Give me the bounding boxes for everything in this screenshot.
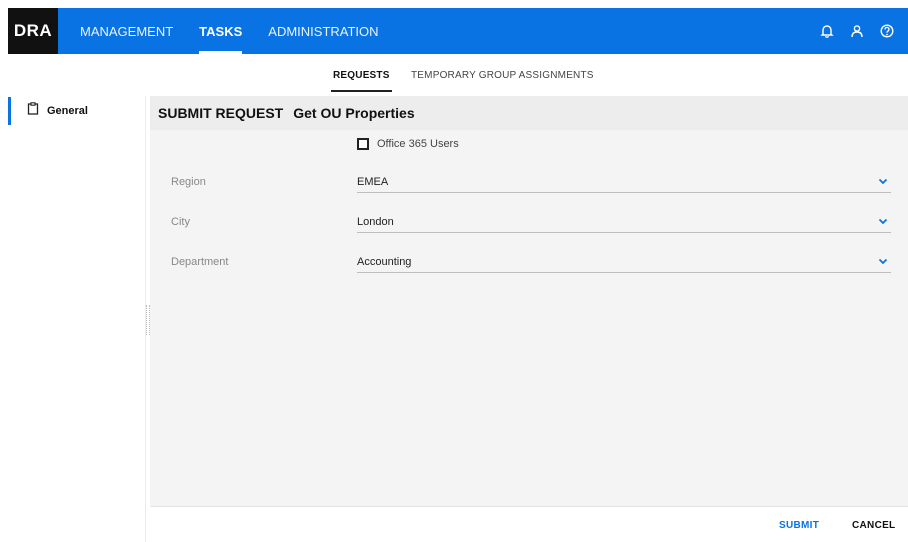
help-icon[interactable] [878, 22, 896, 40]
bell-icon[interactable] [818, 22, 836, 40]
tab-temporary-group-assignments[interactable]: TEMPORARY GROUP ASSIGNMENTS [411, 70, 594, 81]
nav-tasks[interactable]: TASKS [199, 8, 243, 54]
sub-tabs: REQUESTS TEMPORARY GROUP ASSIGNMENTS [8, 54, 908, 96]
cancel-button[interactable]: CANCEL [852, 520, 895, 531]
department-select[interactable]: Accounting [357, 251, 891, 273]
form-footer: SUBMIT CANCEL [150, 506, 908, 542]
user-icon[interactable] [848, 22, 866, 40]
region-label: Region [171, 176, 206, 188]
chevron-down-icon [877, 256, 889, 268]
form-header: SUBMIT REQUEST Get OU Properties [150, 96, 908, 130]
form-header-prefix: SUBMIT REQUEST [158, 105, 284, 121]
department-label: Department [171, 256, 229, 268]
main-panel: SUBMIT REQUEST Get OU Properties Office … [150, 96, 908, 542]
nav-administration[interactable]: ADMINISTRATION [268, 8, 378, 54]
chevron-down-icon [877, 176, 889, 188]
city-value: London [357, 215, 394, 228]
office365-users-checkbox[interactable] [357, 138, 369, 150]
clipboard-icon [27, 102, 39, 120]
city-label: City [171, 216, 190, 228]
nav-management[interactable]: MANAGEMENT [80, 8, 173, 54]
office365-users-label: Office 365 Users [377, 138, 459, 150]
tab-requests[interactable]: REQUESTS [331, 70, 392, 92]
city-select[interactable]: London [357, 211, 891, 233]
region-select[interactable]: EMEA [357, 171, 891, 193]
main-nav: MANAGEMENT TASKS ADMINISTRATION [80, 8, 405, 54]
department-value: Accounting [357, 255, 412, 268]
left-sidebar: General [8, 96, 146, 542]
app-logo: DRA [8, 8, 58, 54]
sidebar-item-label: General [47, 105, 88, 117]
chevron-down-icon [877, 216, 889, 228]
office365-users-option[interactable]: Office 365 Users [357, 138, 459, 150]
top-icons [806, 22, 896, 40]
top-navigation-bar: DRA MANAGEMENT TASKS ADMINISTRATION [8, 8, 908, 54]
region-value: EMEA [357, 175, 389, 188]
sidebar-item-general[interactable]: General [8, 97, 146, 125]
submit-button[interactable]: SUBMIT [779, 520, 819, 531]
form-title: Get OU Properties [293, 105, 415, 121]
